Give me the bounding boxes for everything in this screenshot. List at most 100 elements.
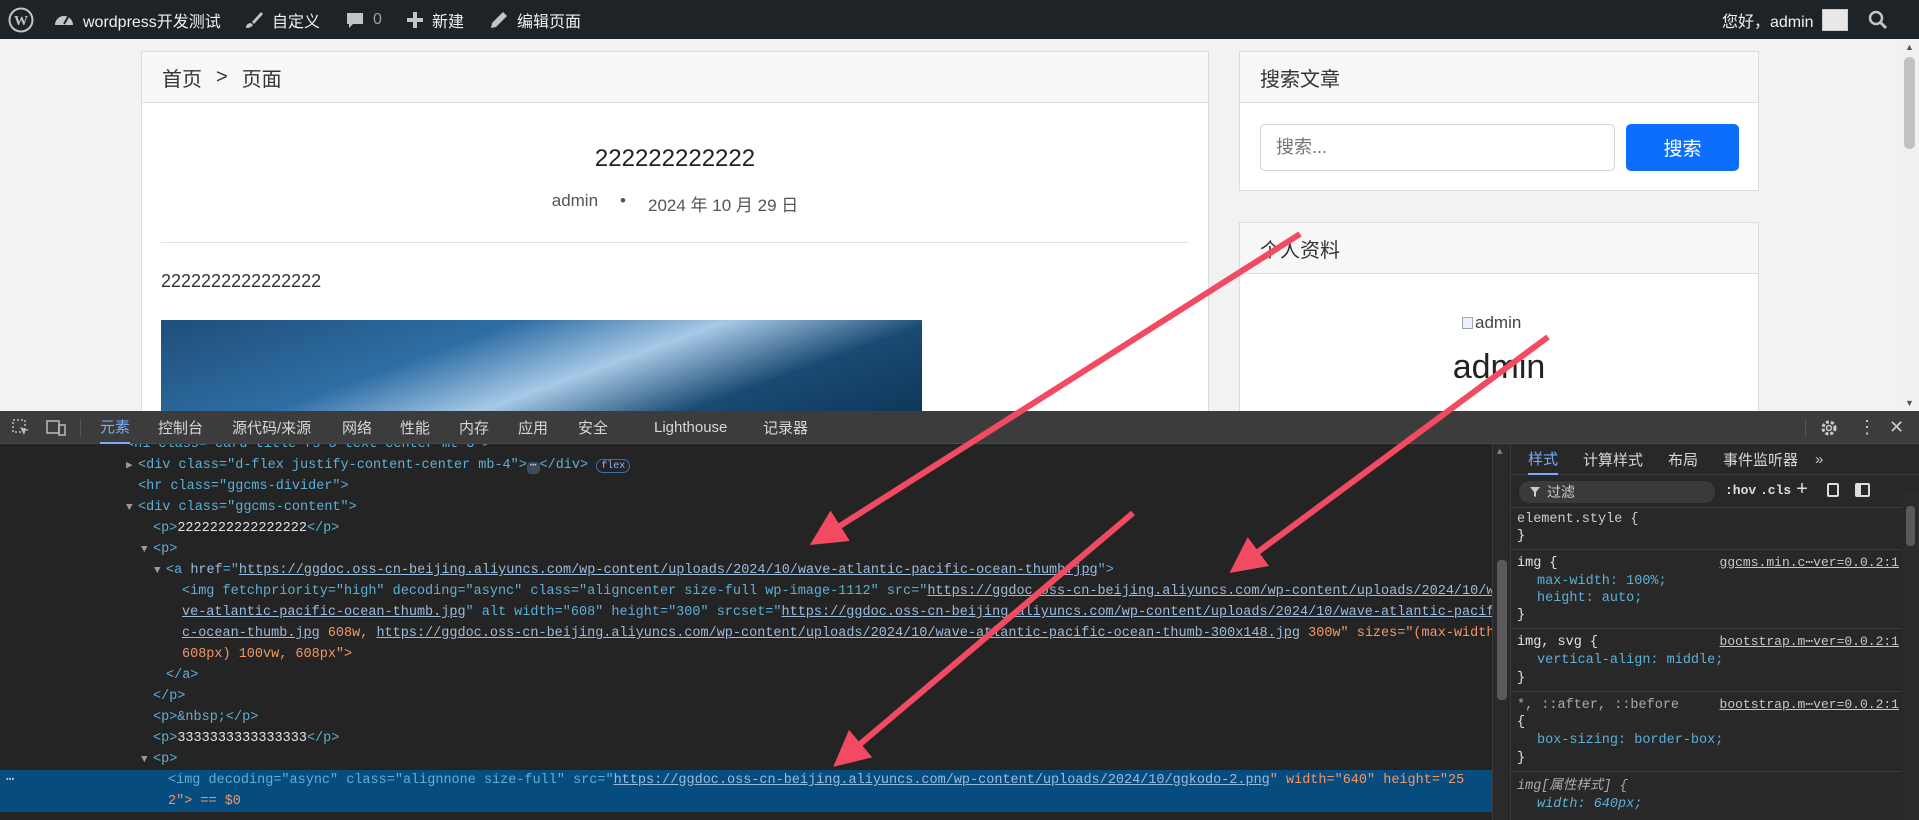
row-more-icon[interactable]: ⋯ bbox=[6, 770, 14, 791]
scroll-up-arrow-icon[interactable]: ▲ bbox=[1497, 447, 1502, 457]
rule-img[interactable]: img { ggcms.min.c⋯ver=0.0.2:1 max-width:… bbox=[1511, 551, 1901, 629]
inspect-element-icon[interactable] bbox=[12, 411, 30, 444]
rule-img-svg-source-link[interactable]: bootstrap.m⋯ver=0.0.2:1 bbox=[1720, 634, 1899, 649]
dom-line-p-open2[interactable]: ▼ <p> bbox=[0, 749, 1492, 770]
elements-scrollbar-thumb[interactable] bbox=[1497, 560, 1507, 700]
img1-src-link-cont[interactable]: ve-atlantic-pacific-ocean-thumb.jpg bbox=[182, 605, 466, 620]
rule-img-source-link[interactable]: ggcms.min.c⋯ver=0.0.2:1 bbox=[1720, 555, 1899, 570]
dom-line-hr[interactable]: <hr class="ggcms-divider"> bbox=[0, 476, 1492, 497]
more-tabs-chevron-icon[interactable]: » bbox=[1815, 444, 1823, 475]
rule-attribute-prop1: width: 640px; bbox=[1537, 797, 1643, 812]
settings-gear-icon[interactable] bbox=[1820, 411, 1838, 444]
dom-line-p-text[interactable]: <p>2222222222222222</p> bbox=[0, 518, 1492, 539]
tab-performance[interactable]: 性能 bbox=[400, 411, 430, 444]
collapse-triangle-icon[interactable]: ▼ bbox=[141, 540, 153, 561]
dom-line-a-close[interactable]: </a> bbox=[0, 665, 1492, 686]
tab-memory[interactable]: 内存 bbox=[459, 411, 489, 444]
rule-attribute-style[interactable]: img[属性样式] { width: 640px; bbox=[1511, 773, 1901, 820]
tab-application[interactable]: 应用 bbox=[518, 411, 548, 444]
flex-badge[interactable]: flex bbox=[596, 459, 631, 473]
ellipsis-badge[interactable]: ⋯ bbox=[526, 461, 540, 474]
scroll-up-arrow-icon[interactable]: ▲ bbox=[1905, 42, 1914, 52]
dom-line-p-nbsp[interactable]: <p>&nbsp;</p> bbox=[0, 707, 1492, 728]
tab-security[interactable]: 安全 bbox=[578, 411, 608, 444]
img1-srcset-link[interactable]: https://ggdoc.oss-cn-beijing.aliyuncs.co… bbox=[782, 605, 1493, 620]
site-name-menu[interactable]: wordpress开发测试 bbox=[53, 0, 221, 39]
dom-p-text: 2222222222222222 bbox=[177, 521, 307, 536]
dom-div-close: </div> bbox=[539, 458, 589, 473]
dom-p-open: <p> bbox=[153, 542, 178, 557]
styles-pane: 样式 计算样式 布局 事件监听器 » 过滤 :hov .cls + elemen… bbox=[1510, 444, 1919, 820]
rule-element-style[interactable]: element.style { } bbox=[1511, 508, 1901, 550]
expand-triangle-icon[interactable]: ▶ bbox=[126, 456, 138, 477]
dom-line-flex-div[interactable]: ▶ <div class="d-flex justify-content-cent… bbox=[0, 455, 1492, 476]
profile-widget-title: 个人资料 bbox=[1240, 223, 1758, 274]
tab-styles[interactable]: 样式 bbox=[1528, 444, 1559, 475]
scroll-down-arrow-icon[interactable]: ▼ bbox=[1905, 398, 1914, 408]
tab-sources[interactable]: 源代码/来源 bbox=[232, 411, 311, 444]
img1-src-link[interactable]: https://ggdoc.oss-cn-beijing.aliyuncs.co… bbox=[927, 584, 1492, 599]
tab-layout[interactable]: 布局 bbox=[1668, 444, 1698, 475]
tab-console[interactable]: 控制台 bbox=[158, 411, 203, 444]
filter-input[interactable]: 过滤 bbox=[1519, 481, 1715, 503]
rule-img-svg-prop1: vertical-align: middle; bbox=[1537, 653, 1724, 668]
tab-computed[interactable]: 计算样式 bbox=[1583, 444, 1643, 475]
dom-line-img2-selected[interactable]: ⋯ <img decoding="async" class="alignnone … bbox=[0, 770, 1492, 791]
hov-toggle[interactable]: :hov bbox=[1725, 483, 1756, 498]
collapse-triangle-icon[interactable]: ▼ bbox=[141, 750, 153, 771]
comments-menu[interactable]: 0 bbox=[345, 0, 382, 39]
my-account-menu[interactable]: 您好，admin bbox=[1722, 0, 1848, 39]
img2-end: 2"> == $0 bbox=[168, 794, 241, 809]
dom-line-img2-end[interactable]: 2"> == $0 bbox=[0, 791, 1492, 812]
rule-universal-source-link[interactable]: bootstrap.m⋯ver=0.0.2:1 bbox=[1720, 697, 1899, 712]
edit-page-menu[interactable]: 编辑页面 bbox=[489, 0, 581, 39]
elements-scrollbar[interactable]: ▲ bbox=[1492, 444, 1510, 820]
tab-lighthouse[interactable]: Lighthouse bbox=[654, 411, 727, 444]
cls-toggle[interactable]: .cls bbox=[1760, 483, 1791, 498]
tab-elements[interactable]: 元素 bbox=[100, 411, 131, 444]
rule-img-prop1: max-width: 100%; bbox=[1537, 574, 1667, 589]
styles-scrollbar-thumb[interactable] bbox=[1906, 506, 1915, 546]
dom-line-content-div[interactable]: ▼ <div class="ggcms-content"> bbox=[0, 497, 1492, 518]
search-input[interactable] bbox=[1260, 124, 1615, 171]
tab-recorder[interactable]: 记录器 bbox=[763, 411, 808, 444]
collapse-triangle-icon[interactable]: ▼ bbox=[154, 561, 166, 582]
post-author[interactable]: admin bbox=[552, 191, 598, 216]
anchor-href-link[interactable]: https://ggdoc.oss-cn-beijing.aliyuncs.co… bbox=[239, 563, 1098, 578]
new-content-menu[interactable]: 新建 bbox=[406, 0, 464, 39]
tab-event-listeners[interactable]: 事件监听器 bbox=[1723, 444, 1798, 475]
dom-line-anchor[interactable]: ▼ <a href="https://ggdoc.oss-cn-beijing.a… bbox=[0, 560, 1492, 581]
dom-line-img1-b[interactable]: ve-atlantic-pacific-ocean-thumb.jpg" alt… bbox=[0, 602, 1492, 623]
img1-srcset-link-cont[interactable]: c-ocean-thumb.jpg bbox=[182, 626, 320, 641]
toggle-sidebar-icon[interactable] bbox=[1855, 483, 1870, 497]
search-button[interactable]: 搜索 bbox=[1626, 124, 1739, 171]
dom-line-p-open[interactable]: ▼ <p> bbox=[0, 539, 1492, 560]
rule-universal[interactable]: *, ::after, ::before bootstrap.m⋯ver=0.0… bbox=[1511, 693, 1901, 772]
breadcrumb-home[interactable]: 首页 bbox=[162, 63, 202, 92]
page-scrollbar[interactable]: ▲ ▼ bbox=[1900, 39, 1919, 411]
dom-line-img1-d[interactable]: 608px) 100vw, 608px"> bbox=[0, 644, 1492, 665]
img2-src-link[interactable]: https://ggdoc.oss-cn-beijing.aliyuncs.co… bbox=[614, 773, 1270, 788]
styles-scrollbar[interactable] bbox=[1902, 492, 1919, 820]
device-toolbar-icon[interactable] bbox=[46, 411, 66, 444]
dom-line-img1-c[interactable]: c-ocean-thumb.jpg 608w, https://ggdoc.os… bbox=[0, 623, 1492, 644]
customize-menu[interactable]: 自定义 bbox=[244, 0, 320, 39]
img2-attrs-end: " width="640" height="25 bbox=[1269, 773, 1465, 788]
img1-srcset-link2[interactable]: https://ggdoc.oss-cn-beijing.aliyuncs.co… bbox=[376, 626, 1300, 641]
dom-line-h1[interactable]: <h1 class="card-title fs-3 text-center m… bbox=[0, 444, 1492, 455]
close-devtools-icon[interactable]: ✕ bbox=[1889, 411, 1904, 444]
rule-close-brace: } bbox=[1517, 529, 1526, 544]
new-rule-plus-icon[interactable]: + bbox=[1796, 479, 1808, 502]
wordpress-logo-button[interactable]: W bbox=[8, 0, 34, 39]
tab-network[interactable]: 网络 bbox=[342, 411, 372, 444]
dom-line-img1-a[interactable]: <img fetchpriority="high" decoding="asyn… bbox=[0, 581, 1492, 602]
more-options-icon[interactable]: ⋮ bbox=[1858, 411, 1876, 444]
page-scrollbar-thumb[interactable] bbox=[1904, 57, 1915, 149]
rule-img-svg[interactable]: img, svg { bootstrap.m⋯ver=0.0.2:1 verti… bbox=[1511, 630, 1901, 692]
collapse-triangle-icon[interactable]: ▼ bbox=[126, 498, 138, 519]
adminbar-search-button[interactable] bbox=[1868, 0, 1888, 39]
dom-line-p-close[interactable]: </p> bbox=[0, 686, 1492, 707]
dom-line-p-text2[interactable]: <p>3333333333333333</p> bbox=[0, 728, 1492, 749]
rule-close-brace: } bbox=[1517, 671, 1526, 686]
paint-brush-icon[interactable] bbox=[1827, 483, 1839, 497]
